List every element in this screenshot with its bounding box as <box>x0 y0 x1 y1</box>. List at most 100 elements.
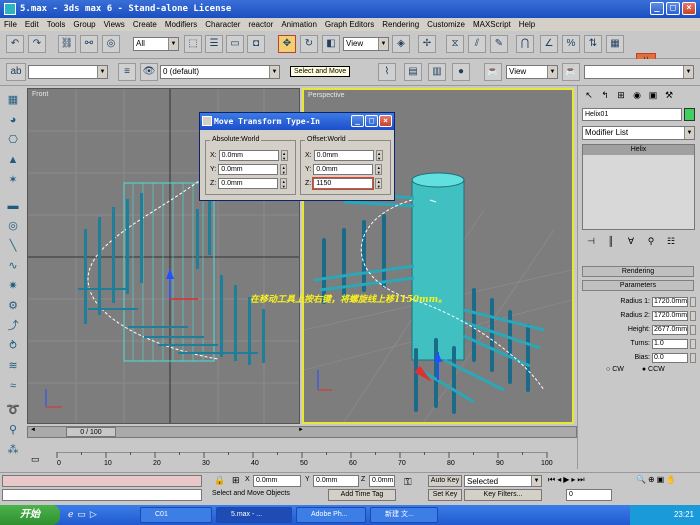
close-button[interactable]: × <box>682 2 696 15</box>
angle-snap-icon[interactable]: ∠ <box>540 35 558 53</box>
create-bend-icon[interactable]: ⤴ <box>3 317 23 335</box>
offset-x-input[interactable]: 0.0mm <box>313 149 374 161</box>
create-cylinder-icon[interactable]: ⎔ <box>3 131 23 149</box>
show-end-result-icon[interactable]: ║ <box>604 234 618 248</box>
offset-z-spinner[interactable]: ▲ ▼ <box>375 177 383 189</box>
create-wind-icon[interactable]: ≋ <box>3 357 23 375</box>
snap-toggle-icon[interactable]: ⋂ <box>516 35 534 53</box>
current-frame-field[interactable]: 0 <box>566 489 612 501</box>
menu-views[interactable]: Views <box>104 20 125 29</box>
menu-edit[interactable]: Edit <box>25 20 39 29</box>
menu-customize[interactable]: Customize <box>427 20 465 29</box>
configure-sets-icon[interactable]: ☷ <box>664 234 678 248</box>
go-start-icon[interactable]: ⏮ <box>548 475 555 485</box>
object-color-swatch[interactable] <box>684 108 695 121</box>
ie-icon[interactable]: ℯ <box>68 509 73 520</box>
create-torus-icon[interactable]: ◎ <box>3 217 23 235</box>
zoom-icon[interactable]: 🔍 <box>636 475 646 484</box>
bias-spinner[interactable] <box>690 352 696 363</box>
rect-selection-icon[interactable]: ▭ <box>226 35 244 53</box>
menu-tools[interactable]: Tools <box>47 20 66 29</box>
modify-tab-icon[interactable]: ↰ <box>598 88 612 102</box>
create-cone-icon[interactable]: ▲ <box>3 151 23 169</box>
auto-key-button[interactable]: Auto Key <box>428 475 462 487</box>
modifier-list-combo[interactable]: Modifier List ▼ <box>582 126 695 140</box>
select-and-move-icon[interactable]: ✥ <box>278 35 296 53</box>
make-unique-icon[interactable]: ∀ <box>624 234 638 248</box>
pan-icon[interactable]: ✋ <box>666 475 676 484</box>
object-name-field[interactable]: Helix01 <box>582 108 682 121</box>
task-c01[interactable]: C01 <box>140 507 212 523</box>
task-3dsmax[interactable]: 5.max - ... <box>216 507 292 523</box>
absolute-x-spinner[interactable]: ▲ ▼ <box>280 149 288 161</box>
create-tab-icon[interactable]: ↖ <box>582 88 596 102</box>
key-selection-combo[interactable]: Selected ▼ <box>464 475 542 487</box>
rendering-rollout[interactable]: Rendering <box>582 266 694 277</box>
set-key-button[interactable]: Set Key <box>428 489 462 501</box>
zoom-all-icon[interactable]: ⊕ <box>648 475 655 484</box>
maxscript-output[interactable] <box>2 489 202 501</box>
layer-combo[interactable]: 0 (default) ▼ <box>160 65 280 79</box>
turns-spinner[interactable] <box>690 338 696 349</box>
pivot-center-icon[interactable]: ◈ <box>392 35 410 53</box>
menu-file[interactable]: File <box>4 20 17 29</box>
cw-radio[interactable]: ○ CW <box>606 366 624 373</box>
material-editor-icon[interactable]: ▥ <box>428 63 446 81</box>
zoom-extents-icon[interactable]: ▣ <box>657 475 665 484</box>
offset-x-spinner[interactable]: ▲ ▼ <box>375 149 383 161</box>
parameters-rollout[interactable]: Parameters <box>582 280 694 291</box>
reference-coord-combo[interactable]: View ▼ <box>343 37 389 51</box>
maxscript-listener[interactable] <box>2 475 202 487</box>
add-time-tag-button[interactable]: Add Time Tag <box>328 489 396 501</box>
dialog-close-button[interactable]: × <box>379 115 392 127</box>
spinner-snap-icon[interactable]: ⇅ <box>584 35 602 53</box>
material-sphere-icon[interactable]: ● <box>452 63 470 81</box>
render-scene-icon[interactable]: ▦ <box>606 35 624 53</box>
teapot-icon[interactable]: ☕ <box>562 63 580 81</box>
offset-z-input[interactable]: 1150 <box>312 176 375 190</box>
named-selection-icon[interactable]: ✎ <box>490 35 508 53</box>
selection-lock-icon[interactable]: 🔒 <box>214 475 225 486</box>
menu-maxscript[interactable]: MAXScript <box>473 20 511 29</box>
display-tab-icon[interactable]: ▣ <box>646 88 660 102</box>
select-manipulate-icon[interactable]: ✢ <box>418 35 436 53</box>
named-selection-combo[interactable]: ▼ <box>28 65 108 79</box>
pin-stack-icon[interactable]: ⊣ <box>584 234 598 248</box>
select-link-icon[interactable]: ⛓ <box>58 35 76 53</box>
view-render-combo[interactable]: View ▼ <box>506 65 558 79</box>
utilities-tab-icon[interactable]: ⚒ <box>662 88 676 102</box>
create-gear-icon[interactable]: ⚙ <box>3 297 23 315</box>
menu-group[interactable]: Group <box>73 20 95 29</box>
ccw-radio[interactable]: ● CCW <box>642 366 665 373</box>
render-teapot-icon[interactable]: ☕ <box>484 63 502 81</box>
selection-filter-combo[interactable]: All ▼ <box>133 37 179 51</box>
layer-manager-icon[interactable]: ≡ <box>118 63 136 81</box>
status-y-field[interactable]: 0.0mm <box>313 475 359 487</box>
play-icon[interactable]: ▶ <box>563 475 569 485</box>
bind-space-warp-icon[interactable]: ◎ <box>102 35 120 53</box>
absolute-z-spinner[interactable]: ▲ ▼ <box>280 177 288 189</box>
schematic-view-icon[interactable]: ▤ <box>404 63 422 81</box>
menu-create[interactable]: Create <box>133 20 157 29</box>
curve-editor-icon[interactable]: ⌇ <box>378 63 396 81</box>
absolute-x-input[interactable]: 0.0mm <box>218 149 279 161</box>
menu-character[interactable]: Character <box>205 20 240 29</box>
minimize-button[interactable]: _ <box>650 2 664 15</box>
absolute-z-input[interactable]: 0.0mm <box>218 177 279 189</box>
turns-input[interactable]: 1.0 <box>652 338 688 349</box>
menu-rendering[interactable]: Rendering <box>382 20 419 29</box>
select-and-rotate-icon[interactable]: ↻ <box>300 35 318 53</box>
select-and-scale-icon[interactable]: ◧ <box>322 35 340 53</box>
time-next-icon[interactable]: ► <box>296 427 306 437</box>
offset-y-spinner[interactable]: ▲ ▼ <box>375 163 383 175</box>
mirror-icon[interactable]: ⧖ <box>446 35 464 53</box>
next-frame-icon[interactable]: ▸ <box>571 475 575 485</box>
undo-icon[interactable]: ↶ <box>6 35 24 53</box>
offset-y-input[interactable]: 0.0mm <box>313 163 374 175</box>
menu-graph-editors[interactable]: Graph Editors <box>325 20 374 29</box>
create-star-icon[interactable]: ✶ <box>3 171 23 189</box>
absolute-y-spinner[interactable]: ▲ ▼ <box>280 163 288 175</box>
create-line-icon[interactable]: ╲ <box>3 237 23 255</box>
create-twist-icon[interactable]: ⥁ <box>3 337 23 355</box>
menu-reactor[interactable]: reactor <box>248 20 273 29</box>
